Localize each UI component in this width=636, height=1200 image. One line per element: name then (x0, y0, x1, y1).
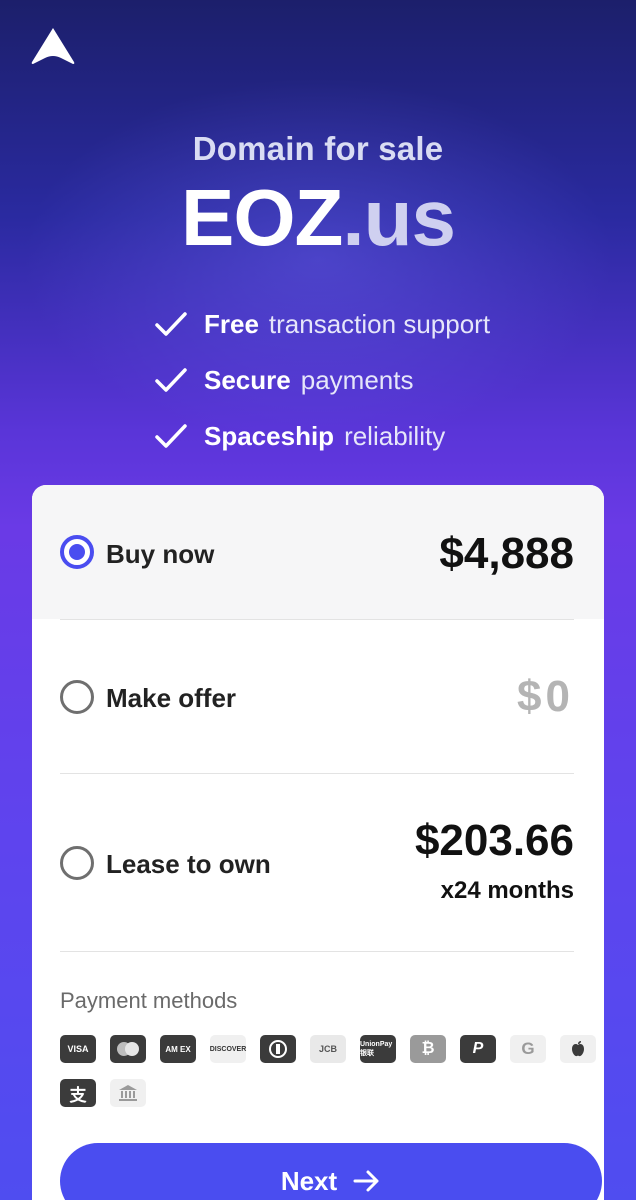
paypal-icon: P (460, 1035, 496, 1063)
feature-text: transaction support (268, 308, 491, 339)
domain-sld: EOZ (180, 173, 343, 262)
option-label-buy-now: Buy now (106, 539, 215, 569)
next-button[interactable]: Next (60, 1143, 602, 1200)
domain-name: EOZ.us (0, 172, 636, 264)
option-buy-now[interactable]: Buy now $4,888 (32, 485, 604, 619)
discover-icon: DISCOVER (210, 1035, 246, 1063)
feature-text: payments (300, 364, 414, 395)
option-make-offer[interactable]: Make offer $0 (32, 620, 604, 772)
radio-lease-to-own[interactable] (60, 846, 94, 880)
payment-methods-title: Payment methods (60, 988, 238, 1013)
lease-term: x24 months (440, 877, 574, 904)
price-buy-now: $4,888 (439, 529, 574, 578)
feature-list: Free transaction support Secure payments… (154, 296, 490, 464)
check-icon (155, 312, 187, 336)
purchase-card: Buy now $4,888 Make offer $0 Lease to ow… (32, 485, 604, 1200)
mastercard-icon (110, 1035, 146, 1063)
unionpay-icon: UnionPay 银联 (360, 1035, 396, 1063)
feature-item: Free transaction support (154, 296, 490, 352)
jcb-icon: JCB (310, 1035, 346, 1063)
option-label-make-offer: Make offer (106, 683, 237, 713)
price-lease-to-own: $203.66 (414, 816, 574, 865)
alipay-icon: 支 (60, 1079, 96, 1107)
spaceship-logo-icon[interactable] (30, 26, 76, 66)
check-icon (155, 424, 187, 448)
radio-make-offer[interactable] (60, 680, 94, 714)
option-label-lease-to-own: Lease to own (106, 849, 271, 879)
option-lease-to-own[interactable]: Lease to own $203.66 x24 months (32, 774, 604, 950)
divider (60, 951, 574, 952)
next-label: Next (280, 1165, 338, 1196)
page-subtitle: Domain for sale (192, 130, 444, 167)
feature-bold: Secure (204, 364, 291, 395)
feature-item: Secure payments (154, 352, 490, 408)
check-icon (155, 368, 187, 392)
visa-icon: VISA (60, 1035, 96, 1063)
domain-tld: .us (342, 173, 456, 262)
apple-pay-icon (560, 1035, 596, 1063)
amex-icon: AM EX (160, 1035, 196, 1063)
diners-club-icon (260, 1035, 296, 1063)
feature-bold: Free (204, 308, 259, 339)
feature-text: reliability (344, 420, 446, 451)
bank-transfer-icon (110, 1079, 146, 1107)
google-pay-icon: G (510, 1035, 546, 1063)
arrow-right-icon (353, 1170, 379, 1192)
feature-bold: Spaceship (204, 420, 335, 451)
radio-buy-now[interactable] (60, 535, 94, 569)
price-make-offer: $0 (517, 672, 574, 721)
feature-item: Spaceship reliability (154, 408, 490, 464)
bitcoin-icon: ₿ (410, 1035, 446, 1063)
